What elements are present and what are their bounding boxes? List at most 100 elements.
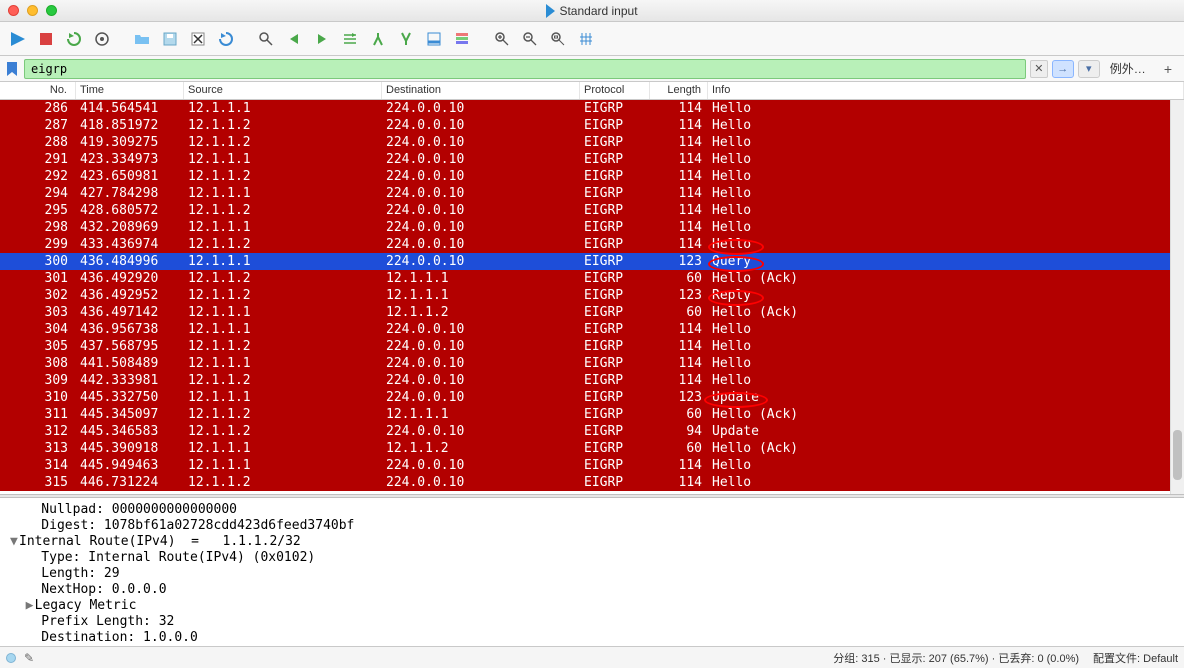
go-last-button[interactable]: [394, 27, 418, 51]
packet-row[interactable]: 313445.39091812.1.1.112.1.1.2EIGRP60Hell…: [0, 440, 1184, 457]
packet-cell: 304: [0, 322, 76, 337]
packet-cell: 114: [650, 322, 708, 337]
col-header-time[interactable]: Time: [76, 82, 184, 99]
display-filter-input[interactable]: [24, 59, 1026, 79]
detail-line[interactable]: Length: 29: [10, 566, 1174, 582]
packet-cell: 12.1.1.2: [184, 169, 382, 184]
close-file-button[interactable]: [186, 27, 210, 51]
packet-row[interactable]: 312445.34658312.1.1.2224.0.0.10EIGRP94Up…: [0, 423, 1184, 440]
resize-columns-button[interactable]: [574, 27, 598, 51]
auto-scroll-button[interactable]: [422, 27, 446, 51]
packet-cell: 292: [0, 169, 76, 184]
packet-row[interactable]: 295428.68057212.1.1.2224.0.0.10EIGRP114H…: [0, 202, 1184, 219]
packet-cell: 445.346583: [76, 424, 184, 439]
detail-line[interactable]: Prefix Length: 32: [10, 614, 1174, 630]
col-header-info[interactable]: Info: [708, 82, 1184, 99]
colorize-button[interactable]: [450, 27, 474, 51]
packet-row[interactable]: 314445.94946312.1.1.1224.0.0.10EIGRP114H…: [0, 457, 1184, 474]
detail-line[interactable]: ▼Internal Route(IPv4) = 1.1.1.2/32: [10, 534, 1174, 550]
packet-cell: EIGRP: [580, 220, 650, 235]
packet-row[interactable]: 310445.33275012.1.1.1224.0.0.10EIGRP123U…: [0, 389, 1184, 406]
profile-text[interactable]: 配置文件: Default: [1093, 650, 1178, 666]
packet-row[interactable]: 311445.34509712.1.1.212.1.1.1EIGRP60Hell…: [0, 406, 1184, 423]
apply-filter-button[interactable]: →: [1052, 60, 1074, 78]
packet-row[interactable]: 304436.95673812.1.1.1224.0.0.10EIGRP114H…: [0, 321, 1184, 338]
filter-history-button[interactable]: ▾: [1078, 60, 1100, 78]
detail-line[interactable]: ▶Legacy Metric: [10, 598, 1174, 614]
add-filter-button[interactable]: +: [1156, 61, 1180, 77]
packet-row[interactable]: 309442.33398112.1.1.2224.0.0.10EIGRP114H…: [0, 372, 1184, 389]
bookmark-icon[interactable]: [4, 61, 20, 77]
zoom-reset-button[interactable]: [546, 27, 570, 51]
expert-info-button[interactable]: [6, 653, 16, 663]
packet-cell: 224.0.0.10: [382, 373, 580, 388]
find-packet-button[interactable]: [254, 27, 278, 51]
packet-row[interactable]: 294427.78429812.1.1.1224.0.0.10EIGRP114H…: [0, 185, 1184, 202]
go-first-button[interactable]: [366, 27, 390, 51]
packet-row[interactable]: 302436.49295212.1.1.212.1.1.1EIGRP123Rep…: [0, 287, 1184, 304]
packet-cell: 12.1.1.1: [184, 305, 382, 320]
reload-file-button[interactable]: [214, 27, 238, 51]
edit-comment-button[interactable]: ✎: [24, 651, 34, 665]
packet-row[interactable]: 301436.49292012.1.1.212.1.1.1EIGRP60Hell…: [0, 270, 1184, 287]
capture-options-button[interactable]: [90, 27, 114, 51]
packet-cell: 441.508489: [76, 356, 184, 371]
scroll-thumb[interactable]: [1173, 430, 1182, 480]
close-window-button[interactable]: [8, 5, 19, 16]
wireshark-fin-icon[interactable]: [6, 27, 30, 51]
col-header-no[interactable]: No.: [0, 82, 76, 99]
packet-row[interactable]: 291423.33497312.1.1.1224.0.0.10EIGRP114H…: [0, 151, 1184, 168]
go-to-packet-button[interactable]: [338, 27, 362, 51]
packet-cell: Hello: [708, 203, 1184, 218]
detail-line[interactable]: Digest: 1078bf61a02728cdd423d6feed3740bf: [10, 518, 1174, 534]
zoom-out-button[interactable]: [518, 27, 542, 51]
packet-cell: 308: [0, 356, 76, 371]
detail-line[interactable]: NextHop: 0.0.0.0: [10, 582, 1174, 598]
go-back-button[interactable]: [282, 27, 306, 51]
packet-cell: 12.1.1.1: [184, 441, 382, 456]
packet-list-pane[interactable]: 286414.56454112.1.1.1224.0.0.10EIGRP114H…: [0, 100, 1184, 494]
restart-capture-button[interactable]: [62, 27, 86, 51]
zoom-in-button[interactable]: [490, 27, 514, 51]
packet-cell: 436.492952: [76, 288, 184, 303]
detail-line[interactable]: Type: Internal Route(IPv4) (0x0102): [10, 550, 1174, 566]
packet-cell: 303: [0, 305, 76, 320]
stop-capture-button[interactable]: [34, 27, 58, 51]
save-file-button[interactable]: [158, 27, 182, 51]
packet-row[interactable]: 298432.20896912.1.1.1224.0.0.10EIGRP114H…: [0, 219, 1184, 236]
minimize-window-button[interactable]: [27, 5, 38, 16]
packet-row[interactable]: 299433.43697412.1.1.2224.0.0.10EIGRP114H…: [0, 236, 1184, 253]
clear-filter-button[interactable]: ✕: [1030, 60, 1048, 78]
packet-row[interactable]: 286414.56454112.1.1.1224.0.0.10EIGRP114H…: [0, 100, 1184, 117]
packet-row[interactable]: 303436.49714212.1.1.112.1.1.2EIGRP60Hell…: [0, 304, 1184, 321]
disclosure-down-icon[interactable]: ▼: [10, 534, 19, 550]
detail-line[interactable]: Destination: 1.0.0.0: [10, 630, 1174, 646]
packet-cell: 114: [650, 339, 708, 354]
zoom-window-button[interactable]: [46, 5, 57, 16]
packet-row[interactable]: 315446.73122412.1.1.2224.0.0.10EIGRP114H…: [0, 474, 1184, 491]
packet-cell: 12.1.1.2: [184, 424, 382, 439]
wireshark-fin-icon: [546, 4, 555, 18]
detail-line[interactable]: Nullpad: 0000000000000000: [10, 502, 1174, 518]
go-forward-button[interactable]: [310, 27, 334, 51]
packet-cell: 224.0.0.10: [382, 254, 580, 269]
col-header-length[interactable]: Length: [650, 82, 708, 99]
packet-row[interactable]: 292423.65098112.1.1.2224.0.0.10EIGRP114H…: [0, 168, 1184, 185]
packet-cell: EIGRP: [580, 339, 650, 354]
packet-list-scrollbar[interactable]: [1170, 100, 1184, 494]
filter-expression-button[interactable]: 例外…: [1104, 60, 1152, 77]
col-header-source[interactable]: Source: [184, 82, 382, 99]
packet-row[interactable]: 300436.48499612.1.1.1224.0.0.10EIGRP123Q…: [0, 253, 1184, 270]
packet-row[interactable]: 308441.50848912.1.1.1224.0.0.10EIGRP114H…: [0, 355, 1184, 372]
packet-row[interactable]: 305437.56879512.1.1.2224.0.0.10EIGRP114H…: [0, 338, 1184, 355]
packet-cell: 12.1.1.1: [184, 254, 382, 269]
col-header-destination[interactable]: Destination: [382, 82, 580, 99]
packet-cell: 12.1.1.2: [184, 475, 382, 490]
packet-row[interactable]: 287418.85197212.1.1.2224.0.0.10EIGRP114H…: [0, 117, 1184, 134]
packet-details-pane[interactable]: Nullpad: 0000000000000000 Digest: 1078bf…: [0, 498, 1184, 646]
disclosure-right-icon[interactable]: ▶: [26, 598, 35, 614]
open-file-button[interactable]: [130, 27, 154, 51]
col-header-protocol[interactable]: Protocol: [580, 82, 650, 99]
packet-row[interactable]: 288419.30927512.1.1.2224.0.0.10EIGRP114H…: [0, 134, 1184, 151]
packet-cell: 60: [650, 441, 708, 456]
